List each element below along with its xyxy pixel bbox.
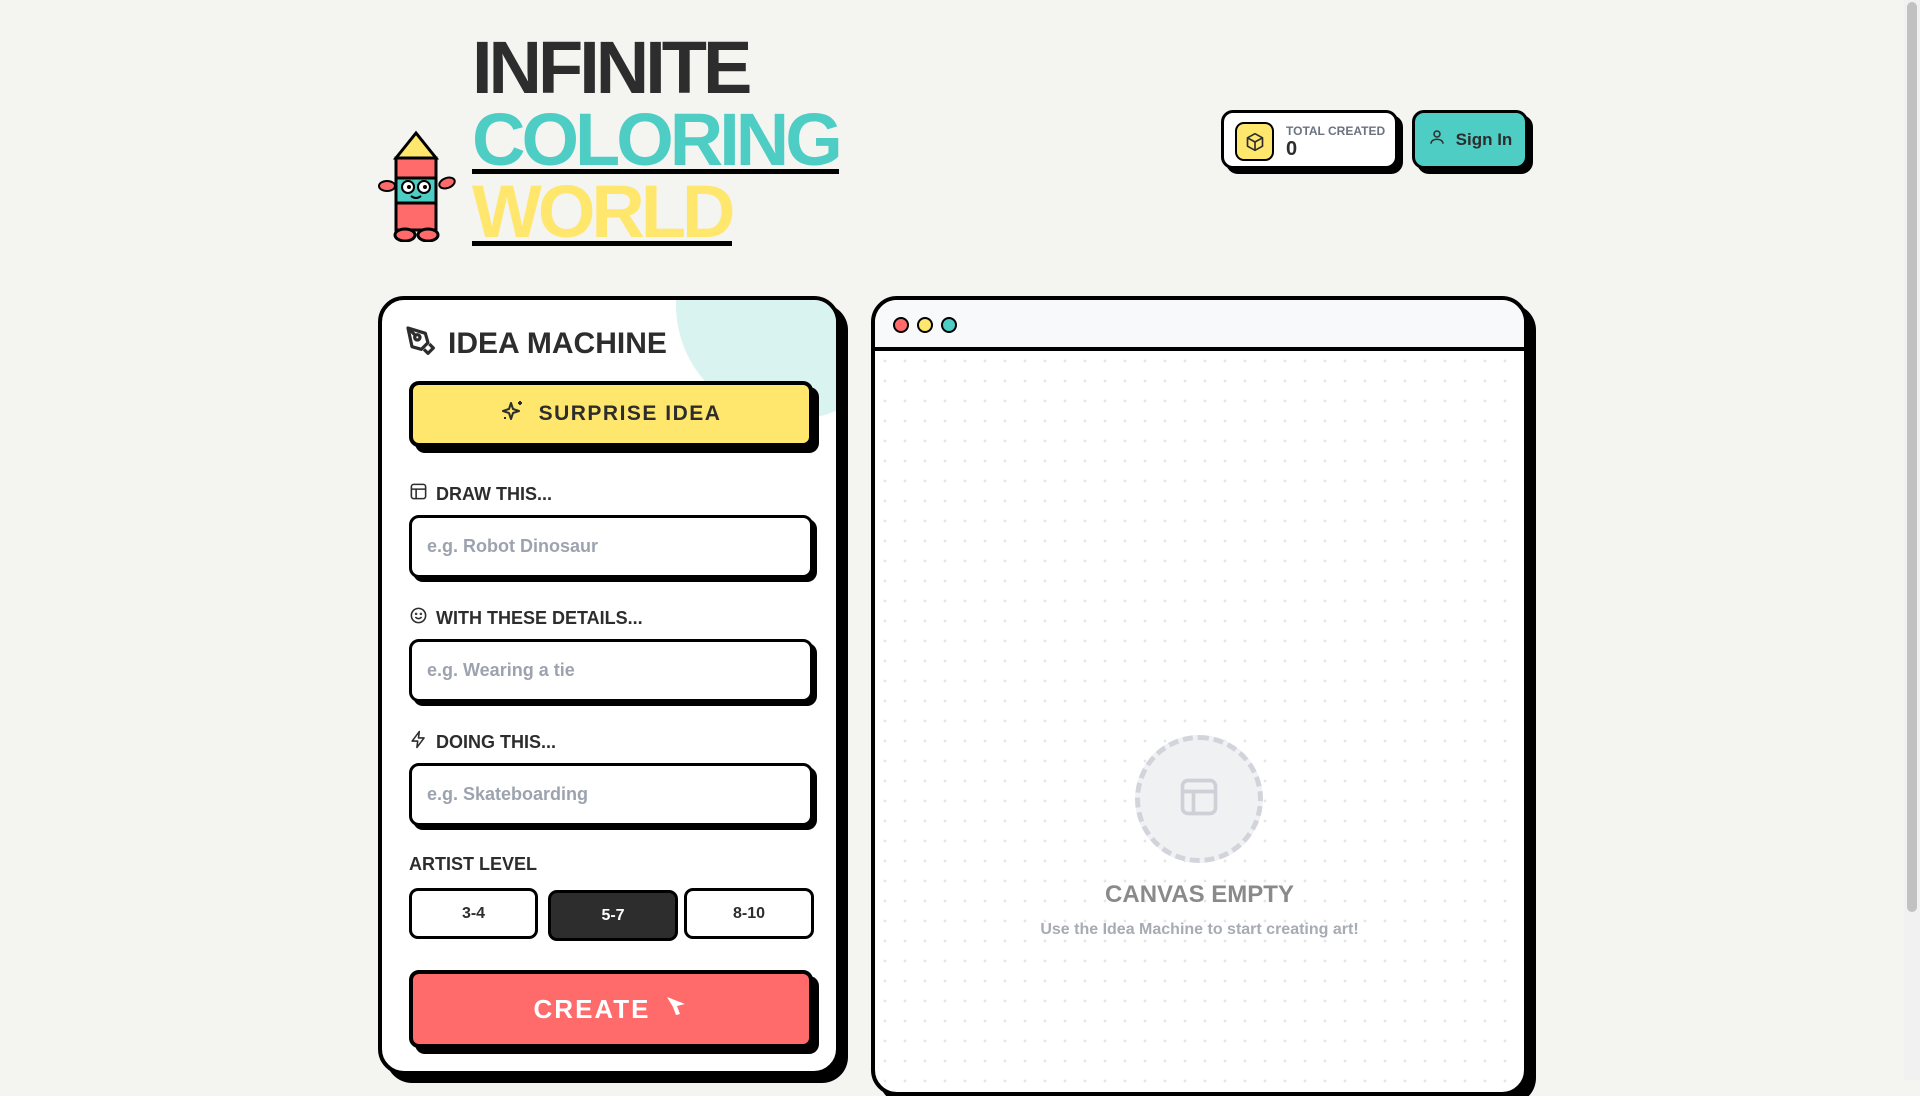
zap-icon	[409, 730, 428, 754]
details-input[interactable]	[409, 639, 813, 702]
surprise-idea-label: SURPRISE IDEA	[538, 402, 722, 425]
pen-tool-icon	[404, 324, 436, 364]
total-created-stat: TOTAL CREATED 0	[1221, 110, 1398, 169]
red-dot	[893, 317, 909, 333]
empty-canvas-circle	[1135, 735, 1263, 863]
level-3-4-button[interactable]: 3-4	[409, 888, 538, 939]
user-icon	[1428, 128, 1446, 151]
level-5-7-button[interactable]: 5-7	[548, 890, 678, 941]
doing-this-label-text: DOING THIS...	[436, 731, 557, 752]
draw-this-input[interactable]	[409, 515, 813, 578]
box-icon	[1235, 122, 1274, 161]
draw-this-label-text: DRAW THIS...	[436, 483, 552, 504]
details-label: WITH THESE DETAILS...	[409, 606, 643, 630]
page-scrollbar[interactable]	[1904, 0, 1920, 1080]
layout-icon	[409, 482, 428, 506]
scrollbar-thumb[interactable]	[1907, 2, 1917, 912]
artist-level-label: ARTIST LEVEL	[409, 854, 538, 874]
canvas-titlebar	[875, 300, 1524, 351]
draw-this-label: DRAW THIS...	[409, 482, 552, 506]
total-created-value: 0	[1286, 138, 1298, 160]
idea-machine-panel: IDEA MACHINE SURPRISE IDEA DRAW THIS... …	[378, 296, 840, 1075]
teal-dot	[941, 317, 957, 333]
layout-icon	[1177, 775, 1221, 824]
level-8-10-button[interactable]: 8-10	[684, 888, 814, 939]
canvas-empty-title: CANVAS EMPTY	[1105, 881, 1294, 908]
total-created-label: TOTAL CREATED	[1286, 124, 1386, 138]
mascot-logo	[378, 130, 456, 247]
sparkles-icon	[501, 399, 525, 429]
canvas-area: CANVAS EMPTY Use the Idea Machine to sta…	[875, 351, 1524, 1092]
idea-machine-title-text: IDEA MACHINE	[448, 327, 667, 360]
surprise-idea-button[interactable]: SURPRISE IDEA	[409, 381, 813, 447]
logo-line-1: INFINITE	[472, 26, 752, 109]
doing-this-input[interactable]	[409, 763, 813, 826]
cursor-arrow-icon	[664, 994, 688, 1025]
sign-in-label: Sign In	[1455, 129, 1513, 149]
canvas-empty-subtitle: Use the Idea Machine to start creating a…	[1040, 921, 1359, 938]
sign-in-button[interactable]: Sign In	[1412, 110, 1528, 169]
create-label: CREATE	[533, 993, 651, 1024]
smile-icon	[409, 606, 428, 630]
details-label-text: WITH THESE DETAILS...	[436, 607, 643, 628]
canvas-window: CANVAS EMPTY Use the Idea Machine to sta…	[871, 296, 1528, 1096]
logo-line-3: WORLD	[472, 170, 735, 253]
logo-line-2: COLORING	[472, 98, 843, 181]
yellow-dot	[917, 317, 933, 333]
doing-this-label: DOING THIS...	[409, 730, 556, 754]
create-button[interactable]: CREATE	[409, 970, 813, 1048]
idea-machine-title: IDEA MACHINE	[404, 324, 667, 364]
